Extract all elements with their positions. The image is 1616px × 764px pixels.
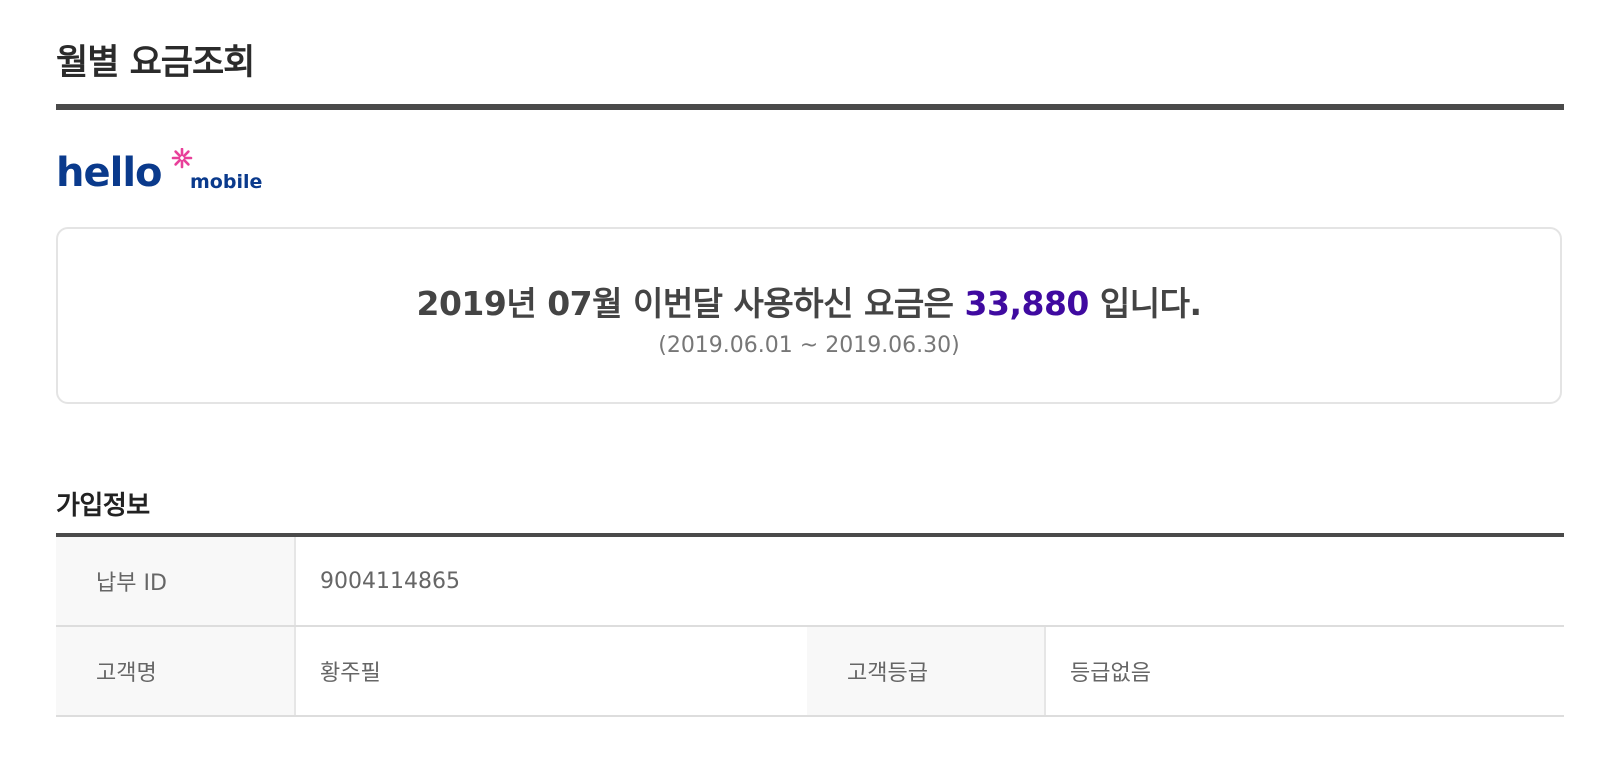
- subscription-info-title: 가입정보: [56, 491, 150, 521]
- bill-summary-prefix: 2019년 07월 이번달 사용하신 요금은: [416, 284, 965, 323]
- bill-inquiry-page: 월별 요금조회 hello mobile 2019년 07월 이번달 사용하신 …: [0, 0, 1616, 764]
- page-title: 월별 요금조회: [56, 43, 255, 83]
- customer-grade-label: 고객등급: [807, 627, 1046, 715]
- logo-word-hello: hello: [56, 150, 162, 196]
- hello-mobile-logo: hello mobile: [56, 148, 262, 196]
- logo-star-icon: [171, 148, 193, 169]
- table-row: 납부 ID 9004114865: [56, 537, 1564, 627]
- subscription-info-table: 납부 ID 9004114865 고객명 황주필 고객등급 등급없음: [56, 533, 1564, 717]
- bill-summary-suffix: 입니다.: [1088, 284, 1202, 323]
- bill-summary-text: 2019년 07월 이번달 사용하신 요금은 33,880 입니다.: [58, 277, 1560, 325]
- payment-id-value: 9004114865: [320, 568, 460, 594]
- customer-name-value: 황주필: [320, 661, 381, 686]
- bill-amount: 33,880: [964, 284, 1090, 323]
- customer-grade-value: 등급없음: [1070, 661, 1151, 686]
- bill-summary-box: 2019년 07월 이번달 사용하신 요금은 33,880 입니다. (2019…: [56, 227, 1562, 404]
- payment-id-label: 납부 ID: [56, 537, 296, 625]
- logo-word-mobile: mobile: [190, 171, 262, 193]
- customer-name-label: 고객명: [56, 627, 296, 715]
- billing-period: (2019.06.01 ~ 2019.06.30): [658, 333, 960, 358]
- table-row: 고객명 황주필 고객등급 등급없음: [56, 627, 1564, 717]
- title-divider: [56, 104, 1564, 110]
